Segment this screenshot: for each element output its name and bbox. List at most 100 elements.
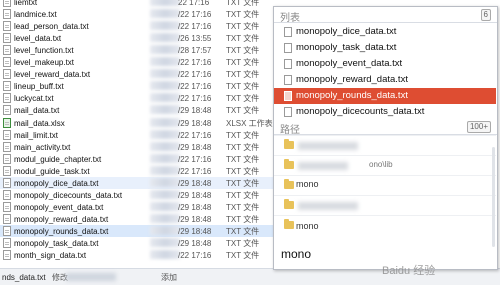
excel-file-icon	[3, 118, 11, 128]
file-row[interactable]: monopoly_task_data.txt/29 18:48 TXT 文件	[0, 237, 300, 249]
folder-icon	[284, 139, 294, 149]
file-type: TXT 文件	[226, 57, 260, 67]
file-row[interactable]: mail_data.txt/29 18:48 TXT 文件	[0, 104, 300, 116]
popup-item-label: monopoly_rounds_data.txt	[296, 90, 408, 101]
status-added-label: 添加	[161, 272, 177, 282]
file-row[interactable]: lineup_buff.txt/22 17:16 TXT 文件	[0, 80, 300, 92]
file-row[interactable]: monopoly_dicecounts_data.txt/29 18:48 TXT…	[0, 189, 300, 201]
status-blurred-value	[66, 273, 116, 281]
file-row[interactable]: liemtxt 22 17:16 TXT 文件	[0, 0, 300, 8]
file-row[interactable]: modul_guide_chapter.txt/22 17:16 TXT 文件	[0, 153, 300, 165]
popup-scrollbar[interactable]	[492, 147, 495, 247]
text-file-icon	[3, 0, 11, 7]
popup-item-label: monopoly_dicecounts_data.txt	[296, 106, 425, 117]
file-type: TXT 文件	[226, 250, 260, 260]
popup-list-item[interactable]: monopoly_task_data.txt	[274, 40, 496, 56]
file-name: lead_person_data.txt	[14, 21, 89, 31]
popup-list-item[interactable]: monopoly_reward_data.txt	[274, 72, 496, 88]
file-row[interactable]: main_activity.txt/29 18:48 TXT 文件	[0, 141, 300, 153]
file-row[interactable]: luckycat.txt/22 17:16 TXT 文件	[0, 92, 300, 104]
search-popup: 列表 6 monopoly_dice_data.txt monopoly_task…	[273, 6, 498, 270]
file-date: /29 18:48	[178, 190, 212, 200]
text-file-icon	[284, 75, 292, 85]
file-type: TXT 文件	[226, 130, 260, 140]
file-name: monopoly_event_data.txt	[14, 202, 104, 212]
popup-item-label: monopoly_event_data.txt	[296, 58, 403, 69]
file-name: monopoly_dicecounts_data.txt	[14, 190, 123, 200]
text-file-icon	[3, 57, 11, 67]
text-file-icon	[3, 81, 11, 91]
file-type: TXT 文件	[226, 93, 260, 103]
file-type: TXT 文件	[226, 154, 260, 164]
file-type: TXT 文件	[226, 190, 260, 200]
file-date: /22 17:16	[178, 57, 212, 67]
search-query-text[interactable]: mono	[281, 247, 311, 261]
file-row[interactable]: modul_guide_task.txt/22 17:16 TXT 文件	[0, 165, 300, 177]
file-name: main_activity.txt	[14, 142, 71, 152]
popup-list-item[interactable]: monopoly_dicecounts_data.txt	[274, 104, 496, 120]
file-date: /22 17:16	[178, 166, 212, 176]
file-date: /29 18:48	[178, 178, 212, 188]
text-file-icon	[3, 130, 11, 140]
path-row[interactable]	[274, 135, 496, 156]
popup-list-item[interactable]: monopoly_dice_data.txt	[274, 24, 496, 40]
file-row[interactable]: landmice.txt/22 17:16 TXT 文件	[0, 8, 300, 20]
file-row[interactable]: level_data.txt/26 13:55 TXT 文件	[0, 32, 300, 44]
popup-item-label: monopoly_task_data.txt	[296, 42, 397, 53]
popup-list-item[interactable]: monopoly_rounds_data.txt	[274, 88, 496, 104]
file-row[interactable]: monopoly_rounds_data.txt/29 18:48 TXT 文件	[0, 225, 300, 237]
list-count-badge: 6	[480, 9, 491, 21]
text-file-icon	[3, 45, 11, 55]
file-type: TXT 文件	[226, 0, 260, 7]
path-row[interactable]: mono	[274, 215, 496, 236]
file-name: month_sign_data.txt	[14, 250, 87, 260]
path-count-badge[interactable]: 100+	[466, 121, 491, 133]
file-name: liemtxt	[14, 0, 38, 7]
path-section-header: 路径 100+	[274, 119, 497, 136]
file-date: /29 18:48	[178, 238, 212, 248]
file-name: monopoly_dice_data.txt	[14, 178, 99, 188]
file-name: mail_data.txt	[14, 105, 60, 115]
file-date: /29 18:48	[178, 105, 212, 115]
file-name: monopoly_rounds_data.txt	[14, 226, 109, 236]
file-date: /22 17:16	[178, 69, 212, 79]
file-row[interactable]: monopoly_event_data.txt/29 18:48 TXT 文件	[0, 201, 300, 213]
file-name: level_makeup.txt	[14, 57, 75, 67]
file-name: luckycat.txt	[14, 93, 54, 103]
popup-list-item[interactable]: monopoly_event_data.txt	[274, 56, 496, 72]
text-file-icon	[3, 202, 11, 212]
path-row[interactable]: mono	[274, 175, 496, 196]
file-type: TXT 文件	[226, 202, 260, 212]
text-file-icon	[284, 107, 292, 117]
file-row[interactable]: monopoly_dice_data.txt/29 18:48 TXT 文件	[0, 177, 300, 189]
text-file-icon	[3, 9, 11, 19]
file-type: TXT 文件	[226, 238, 260, 248]
watermark: Baidu 经验	[382, 265, 436, 277]
file-name: monopoly_task_data.txt	[14, 238, 99, 248]
path-text: ono\lib	[369, 160, 393, 169]
file-date: /22 17:16	[178, 21, 212, 31]
file-row[interactable]: mail_limit.txt/22 17:16 TXT 文件	[0, 129, 300, 141]
file-row[interactable]: level_makeup.txt/22 17:16 TXT 文件	[0, 56, 300, 68]
path-row[interactable]: ono\lib	[274, 155, 496, 176]
file-row[interactable]: level_reward_data.txt/22 17:16 TXT 文件	[0, 68, 300, 80]
file-type: TXT 文件	[226, 226, 260, 236]
file-row[interactable]: level_function.txt/28 17:57 TXT 文件	[0, 44, 300, 56]
folder-icon	[284, 179, 294, 189]
text-file-icon	[3, 69, 11, 79]
text-file-icon	[3, 93, 11, 103]
text-file-icon	[3, 142, 11, 152]
file-type: TXT 文件	[226, 166, 260, 176]
file-row[interactable]: mail_data.xlsx/29 18:48 XLSX 工作表	[0, 117, 300, 129]
file-type: TXT 文件	[226, 33, 260, 43]
file-row[interactable]: lead_person_data.txt/22 17:16 TXT 文件	[0, 20, 300, 32]
popup-item-label: monopoly_dice_data.txt	[296, 26, 397, 37]
folder-icon	[284, 159, 294, 169]
path-row[interactable]	[274, 195, 496, 216]
path-section-title: 路径	[280, 125, 300, 136]
file-row[interactable]: month_sign_data.txt/22 17:16 TXT 文件	[0, 249, 300, 261]
text-file-icon	[3, 250, 11, 260]
file-row[interactable]: monopoly_reward_data.txt/29 18:48 TXT 文件	[0, 213, 300, 225]
text-file-icon	[3, 166, 11, 176]
file-date: /22 17:16	[178, 154, 212, 164]
